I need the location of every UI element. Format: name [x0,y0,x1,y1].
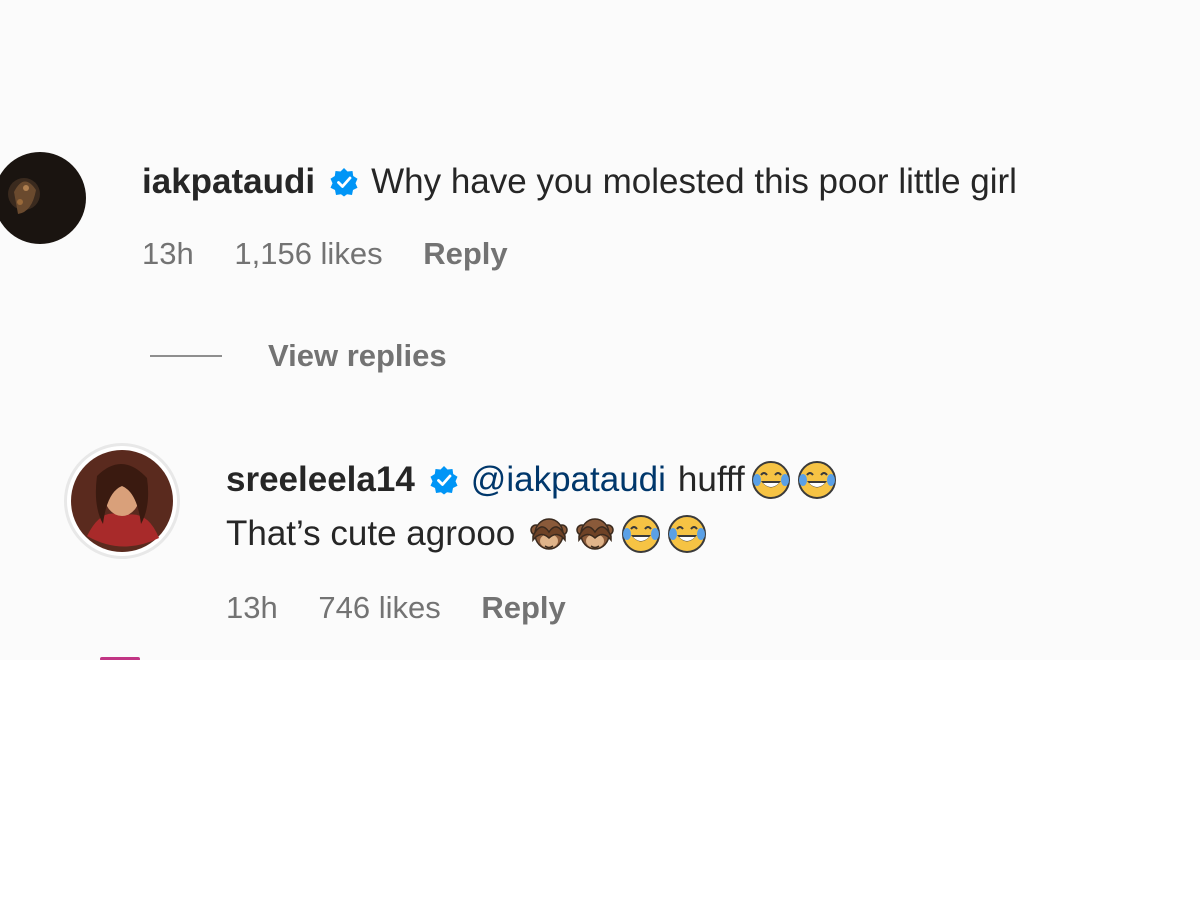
see-no-evil-monkey-icon [576,518,615,550]
face-with-tears-of-joy-icon [751,461,790,499]
comment-username[interactable]: iakpataudi [142,162,315,202]
comment-line: iakpataudi Why have you molested this po… [142,162,1017,202]
view-replies-button[interactable]: View replies [150,338,447,374]
reply-text-1: hufff [677,460,745,499]
comment-text: Why have you molested this poor little g… [371,162,1017,201]
comment-meta: 13h 1,156 likes Reply [142,236,540,272]
blank-area [0,660,1200,900]
reply-button[interactable]: Reply [481,590,565,625]
face-with-tears-of-joy-icon [668,515,707,553]
view-replies-label: View replies [268,338,447,373]
reply-meta: 13h 746 likes Reply [226,590,598,626]
verified-badge-icon [330,168,358,197]
reply-username[interactable]: sreeleela14 [226,460,415,500]
comments-panel: iakpataudi Why have you molested this po… [0,0,1200,661]
reply-likes[interactable]: 746 likes [318,590,440,625]
reply-line-1: sreeleela14 @iakpataudi hufff [226,460,837,500]
reply-button[interactable]: Reply [423,236,507,271]
view-replies-divider [150,355,222,357]
face-with-tears-of-joy-icon [797,461,836,499]
see-no-evil-monkey-icon [530,518,569,550]
reply-timestamp: 13h [226,590,278,625]
avatar[interactable] [0,152,86,244]
reply-avatar[interactable] [64,443,180,559]
reply-text-2: That’s cute agrooo [226,514,516,553]
comment-likes[interactable]: 1,156 likes [234,236,382,271]
reply-mention-link[interactable]: @iakpataudi [471,460,666,500]
comment-timestamp: 13h [142,236,194,271]
reply-line-2: That’s cute agrooo [226,514,707,554]
verified-badge-icon [430,466,458,495]
face-with-tears-of-joy-icon [622,515,661,553]
